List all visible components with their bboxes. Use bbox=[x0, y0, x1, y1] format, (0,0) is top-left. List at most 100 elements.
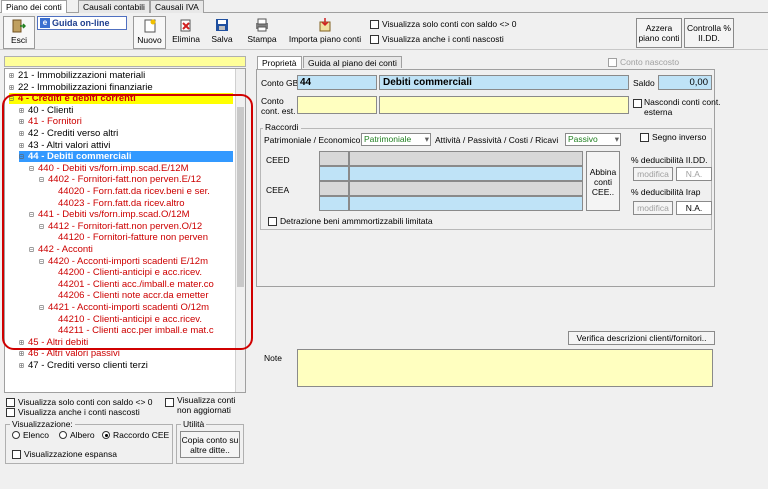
pat-eco-label: Patrimoniale / Economico bbox=[264, 135, 361, 145]
tree-search-input[interactable] bbox=[4, 56, 246, 67]
top-saldo-label: Visualizza solo conti con saldo <> 0 bbox=[382, 19, 517, 29]
abbina-conti-cee-button[interactable]: Abbina conti CEE.. bbox=[586, 151, 620, 211]
controlla-iidd-button[interactable]: Controlla % II.DD. bbox=[684, 18, 734, 48]
modifica-irap-button[interactable]: modifica bbox=[633, 201, 673, 215]
nuovo-button[interactable]: Nuovo bbox=[133, 16, 166, 49]
tree-node[interactable]: ⊞ 46 - Altri valori passivi bbox=[19, 348, 120, 359]
ceea-label: CEEA bbox=[266, 185, 290, 195]
bl-saldo-checkbox[interactable] bbox=[6, 398, 15, 407]
expand-icon[interactable]: ⊞ bbox=[19, 348, 28, 359]
radio-elenco[interactable] bbox=[12, 431, 20, 439]
ceed-label: CEED bbox=[266, 155, 290, 165]
bl-nascosti-label: Visualizza anche i conti nascosti bbox=[18, 407, 140, 417]
tab-piano-dei-conti[interactable]: Piano dei conti bbox=[1, 0, 67, 14]
note-field[interactable] bbox=[297, 349, 713, 387]
toolbar: Esci e Guida on-line Nuovo Elimina Salva… bbox=[0, 13, 768, 50]
stampa-button[interactable]: Stampa bbox=[244, 16, 280, 49]
irap-value-field: N.A. bbox=[676, 201, 712, 215]
tree-node-label: 21 - Immobilizzazioni materiali bbox=[18, 70, 146, 81]
expand-icon[interactable]: ⊞ bbox=[9, 82, 18, 93]
note-label: Note bbox=[264, 353, 282, 363]
tree-node-label: 47 - Crediti verso clienti terzi bbox=[28, 360, 148, 371]
espansa-checkbox[interactable] bbox=[12, 450, 21, 459]
ded-iidd-label: % deducibilità II.DD. bbox=[631, 155, 708, 165]
tab-proprieta[interactable]: Proprietà bbox=[257, 56, 302, 69]
import-icon bbox=[319, 18, 331, 32]
tab-guida-piano-conti[interactable]: Guida al piano dei conti bbox=[303, 56, 402, 68]
copia-conto-button[interactable]: Copia conto su altre ditte.. bbox=[180, 431, 240, 458]
top-saldo-checkbox[interactable] bbox=[370, 20, 379, 29]
ceea-desc-1[interactable] bbox=[349, 181, 583, 196]
guida-online-button[interactable]: e Guida on-line bbox=[37, 16, 127, 30]
detrazione-checkbox[interactable] bbox=[268, 217, 277, 226]
chevron-down-icon: ▾ bbox=[614, 134, 619, 144]
exit-icon bbox=[12, 19, 26, 33]
salva-button[interactable]: Salva bbox=[206, 16, 238, 49]
radio-raccordo-cee[interactable] bbox=[102, 431, 110, 439]
expand-icon[interactable]: ⊞ bbox=[19, 360, 28, 371]
esci-button[interactable]: Esci bbox=[3, 16, 35, 49]
conto-nascosto-checkbox[interactable] bbox=[608, 58, 617, 67]
modifica-iidd-button[interactable]: modifica bbox=[633, 167, 673, 181]
radio-elenco-label: Elenco bbox=[23, 430, 49, 440]
ceea-code-1[interactable] bbox=[319, 181, 349, 196]
non-aggiornati-label: Visualizza conti non aggiornati bbox=[177, 395, 236, 415]
tab-causali-iva[interactable]: Causali IVA bbox=[150, 0, 204, 13]
saldo-label: Saldo bbox=[633, 78, 655, 88]
tree-node-label: 22 - Immobilizzazioni finanziarie bbox=[18, 81, 153, 93]
importa-piano-conti-button[interactable]: Importa piano conti bbox=[285, 16, 365, 49]
raccordi-label: Raccordi bbox=[263, 122, 301, 132]
ceed-code-1[interactable] bbox=[319, 151, 349, 166]
highlight-annotation bbox=[2, 94, 253, 350]
tree-node[interactable]: ⊞ 47 - Crediti verso clienti terzi bbox=[19, 360, 148, 371]
bl-nascosti-checkbox[interactable] bbox=[6, 408, 15, 417]
nascondi-checkbox[interactable] bbox=[633, 99, 642, 108]
ceea-desc-2[interactable] bbox=[349, 196, 583, 211]
conto-gb-label: Conto GB bbox=[261, 78, 299, 88]
non-aggiornati-checkbox[interactable] bbox=[165, 398, 174, 407]
tree-node-label: 46 - Altri valori passivi bbox=[28, 348, 120, 360]
tree-node[interactable]: ⊞ 22 - Immobilizzazioni finanziarie bbox=[9, 82, 153, 93]
ceed-desc-2[interactable] bbox=[349, 166, 583, 181]
new-document-icon bbox=[144, 19, 155, 33]
espansa-label: Visualizzazione espansa bbox=[24, 449, 117, 459]
detail-panel: Proprietà Guida al piano dei conti Conto… bbox=[255, 55, 768, 489]
conto-est-label: Conto cont. est. bbox=[261, 96, 296, 116]
top-nascosti-label: Visualizza anche i conti nascosti bbox=[382, 34, 504, 44]
tree-node[interactable]: ⊞ 21 - Immobilizzazioni materiali bbox=[9, 70, 145, 81]
ceed-code-2[interactable] bbox=[319, 166, 349, 181]
visualizzazione-label: Visualizzazione: bbox=[10, 419, 75, 429]
chevron-down-icon: ▾ bbox=[424, 134, 429, 144]
conto-est-code-field[interactable] bbox=[297, 96, 377, 114]
radio-albero-label: Albero bbox=[70, 430, 95, 440]
utilita-label: Utilità bbox=[181, 419, 207, 429]
conto-nascosto-label: Conto nascosto bbox=[620, 57, 680, 67]
ceea-code-2[interactable] bbox=[319, 196, 349, 211]
iidd-value-field: N.A. bbox=[676, 167, 712, 181]
ded-irap-label: % deducibilità Irap bbox=[631, 187, 701, 197]
radio-albero[interactable] bbox=[59, 431, 67, 439]
detrazione-label: Detrazione beni ammmortizzabili limitata bbox=[280, 216, 433, 226]
ceed-desc-1[interactable] bbox=[349, 151, 583, 166]
top-tabstrip: Piano dei conti Causali contabili Causal… bbox=[0, 0, 768, 14]
pat-eco-select[interactable]: Patrimoniale ▾ bbox=[361, 133, 431, 146]
tab-causali-contabili[interactable]: Causali contabili bbox=[78, 0, 150, 13]
help-icon: e bbox=[40, 18, 50, 28]
conto-est-desc-field[interactable] bbox=[379, 96, 629, 114]
segno-inverso-checkbox[interactable] bbox=[640, 133, 649, 142]
segno-inverso-label: Segno inverso bbox=[652, 132, 707, 142]
att-pas-select[interactable]: Passivo ▾ bbox=[565, 133, 621, 146]
top-nascosti-checkbox[interactable] bbox=[370, 35, 379, 44]
conto-gb-code-field[interactable]: 44 bbox=[297, 75, 377, 90]
delete-icon bbox=[180, 19, 191, 32]
att-pas-label: Attività / Passività / Costi / Ricavi bbox=[435, 135, 559, 145]
azzera-piano-conti-button[interactable]: Azzera piano conti bbox=[636, 18, 682, 48]
elimina-button[interactable]: Elimina bbox=[170, 16, 202, 49]
nascondi-label: Nascondi conti cont. esterna bbox=[644, 97, 721, 117]
bl-saldo-label: Visualizza solo conti con saldo <> 0 bbox=[18, 397, 153, 407]
verifica-descrizioni-button[interactable]: Verifica descrizioni clienti/fornitori.. bbox=[568, 331, 715, 345]
conto-gb-desc-field[interactable]: Debiti commerciali bbox=[379, 75, 629, 90]
expand-icon[interactable]: ⊞ bbox=[9, 70, 18, 81]
save-icon bbox=[216, 19, 228, 31]
radio-raccordo-label: Raccordo CEE bbox=[113, 430, 170, 440]
